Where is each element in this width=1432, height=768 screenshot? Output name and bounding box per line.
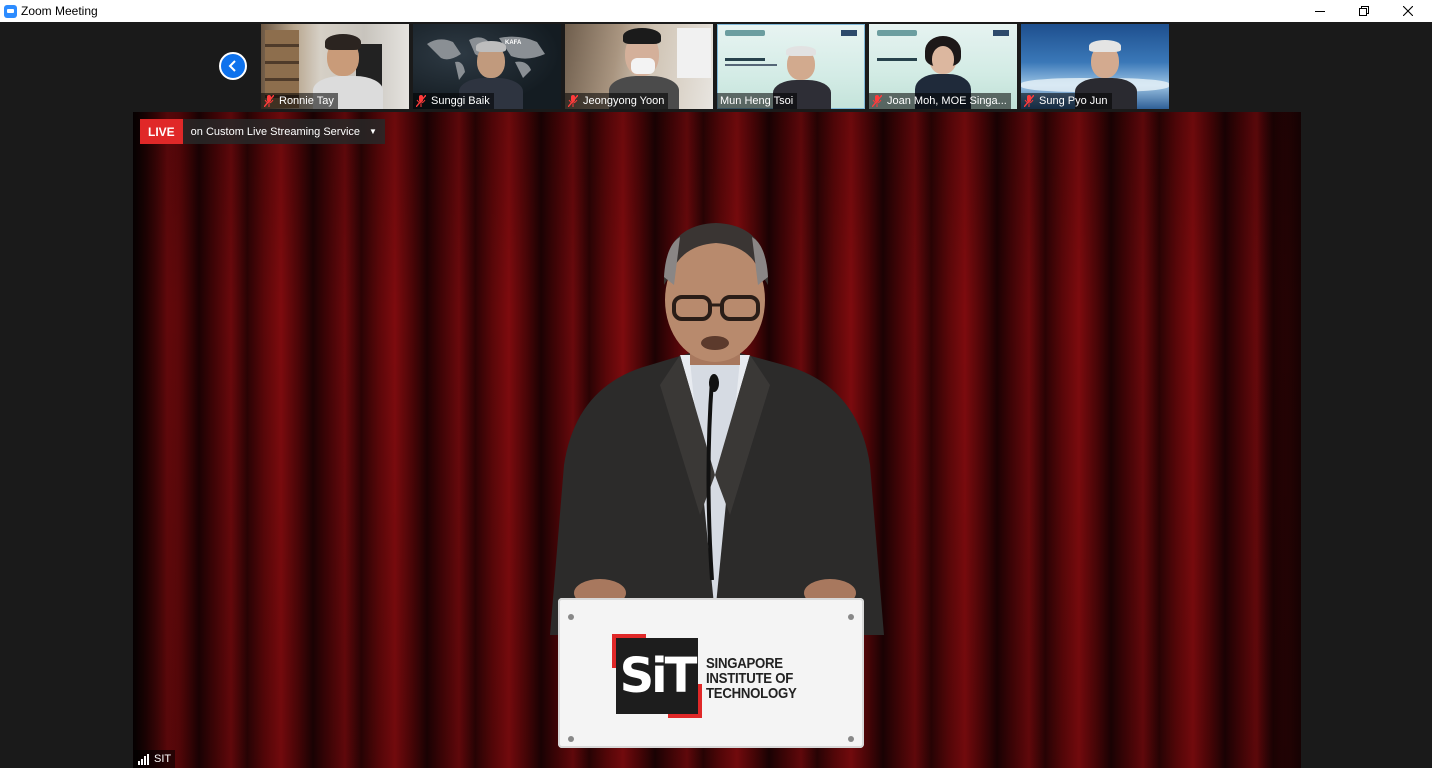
speaker-figure	[550, 223, 884, 635]
face-mask	[631, 58, 655, 74]
participant-name: Jeongyong Yoon	[583, 95, 665, 107]
slide-caption	[725, 64, 777, 66]
previous-page-button[interactable]	[219, 52, 247, 80]
participant-tile[interactable]: Mun Heng Tsoi	[717, 24, 865, 109]
participant-hair	[1089, 40, 1121, 52]
participant-hair	[325, 34, 361, 50]
chevron-left-icon	[228, 60, 236, 72]
participant-name: Joan Moh, MOE Singa...	[887, 95, 1007, 107]
participant-tile[interactable]: Ronnie Tay	[261, 24, 409, 109]
participant-name: Ronnie Tay	[279, 95, 334, 107]
podium-screw	[568, 614, 574, 620]
slide-header	[877, 30, 917, 36]
sit-logo: SiT	[612, 634, 702, 718]
minimize-button[interactable]	[1298, 0, 1342, 22]
live-service-dropdown[interactable]: on Custom Live Streaming Service ▼	[182, 119, 385, 144]
participant-nameplate: Mun Heng Tsoi	[717, 93, 798, 109]
close-button[interactable]	[1386, 0, 1430, 22]
mic-muted-icon	[1024, 95, 1034, 107]
close-icon	[1403, 6, 1413, 16]
mic-muted-icon	[416, 95, 426, 107]
participant-hair	[786, 46, 816, 56]
title-bar: Zoom Meeting	[0, 0, 1432, 22]
podium-screw	[568, 736, 574, 742]
mic-muted-icon	[872, 95, 882, 107]
slide-caption	[725, 58, 765, 61]
participant-nameplate: Jeongyong Yoon	[565, 93, 669, 109]
podium-line: TECHNOLOGY	[706, 685, 797, 702]
podium-line: INSTITUTE OF	[706, 670, 794, 687]
participant-name: Sung Pyo Jun	[1039, 95, 1108, 107]
caret-down-icon: ▼	[369, 127, 377, 136]
live-service-label: on Custom Live Streaming Service	[190, 125, 361, 138]
participant-name: Mun Heng Tsoi	[720, 95, 794, 107]
participant-nameplate: Sung Pyo Jun	[1021, 93, 1112, 109]
slide-logo	[841, 30, 857, 36]
signal-strength-icon	[138, 753, 150, 765]
restore-icon	[1359, 6, 1369, 16]
participant-name: Sunggi Baik	[431, 95, 490, 107]
participant-nameplate: Joan Moh, MOE Singa...	[869, 93, 1011, 109]
podium-institution-name: SINGAPORE INSTITUTE OF TECHNOLOGY	[706, 656, 797, 701]
window-title: Zoom Meeting	[21, 4, 98, 18]
window-light	[677, 28, 711, 78]
kafa-sign: KAFA	[505, 40, 522, 46]
podium: SiT SINGAPORE INSTITUTE OF TECHNOLOGY	[558, 598, 864, 748]
participant-hair	[623, 28, 661, 44]
participant-nameplate: Sunggi Baik	[413, 93, 494, 109]
slide-caption	[877, 58, 917, 61]
zoom-app-icon	[4, 4, 17, 18]
maximize-button[interactable]	[1342, 0, 1386, 22]
live-badge: LIVE	[140, 119, 183, 144]
participant-strip: Ronnie Tay KAFA Sunggi Baik Jeongyong Yo…	[0, 22, 1432, 112]
speaker-name: SIT	[154, 753, 172, 765]
slide-header	[725, 30, 765, 36]
participant-nameplate: Ronnie Tay	[261, 93, 338, 109]
speaker-nameplate: SIT	[134, 750, 176, 768]
podium-screw	[848, 736, 854, 742]
participant-tile[interactable]: KAFA Sunggi Baik	[413, 24, 561, 109]
podium-line: SINGAPORE	[706, 655, 783, 672]
live-stream-indicator[interactable]: LIVE on Custom Live Streaming Service ▼	[140, 119, 385, 144]
participant-hair	[476, 41, 506, 52]
participant-tile[interactable]: Jeongyong Yoon	[565, 24, 713, 109]
participant-tile[interactable]: Sung Pyo Jun	[1021, 24, 1169, 109]
mic-muted-icon	[568, 95, 578, 107]
participant-tile[interactable]: Joan Moh, MOE Singa...	[869, 24, 1017, 109]
podium-screw	[848, 614, 854, 620]
participant-face	[932, 46, 954, 72]
slide-logo	[993, 30, 1009, 36]
mic-muted-icon	[264, 95, 274, 107]
